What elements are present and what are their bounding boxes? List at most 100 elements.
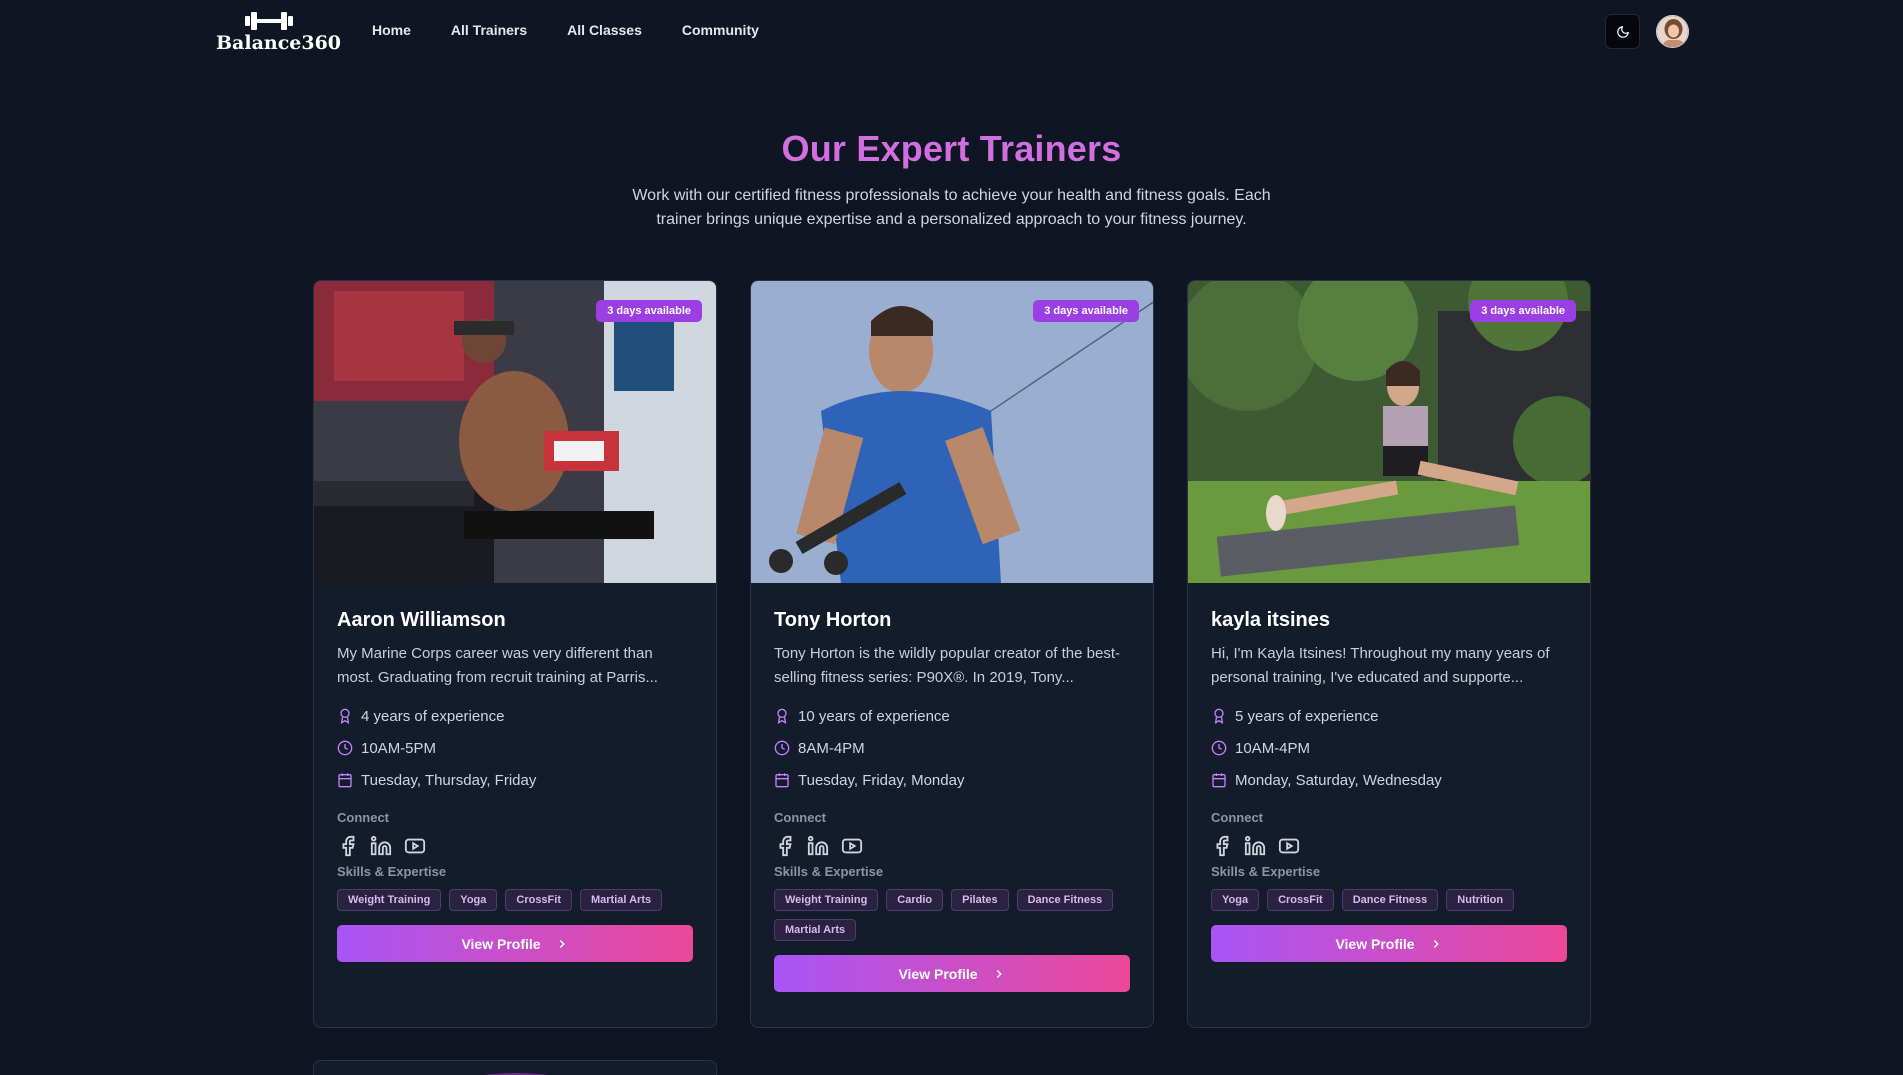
skill-tag[interactable]: Weight Training — [337, 889, 442, 911]
brand-name: Balance360 — [216, 32, 342, 54]
skill-tag[interactable]: Weight Training — [774, 889, 879, 911]
trainer-name: Aaron Williamson — [337, 609, 506, 631]
youtube-icon[interactable] — [1277, 835, 1301, 857]
skill-tag[interactable]: Dance Fitness — [1016, 889, 1114, 911]
clock-icon — [1211, 740, 1227, 756]
calendar-icon — [1212, 773, 1226, 788]
skill-tag[interactable]: CrossFit — [1267, 889, 1334, 911]
nav-all-trainers[interactable]: All Trainers — [451, 22, 527, 38]
trainer-photo-image — [751, 281, 1153, 583]
trainer-card-body: Tony Horton Tony Horton is the wildly po… — [774, 609, 1130, 992]
facebook-icon[interactable] — [774, 835, 796, 857]
days-row: Tuesday, Thursday, Friday — [337, 770, 693, 790]
chevron-right-icon — [559, 939, 565, 948]
view-profile-label: View Profile — [461, 935, 541, 952]
days-row: Monday, Saturday, Wednesday — [1211, 770, 1567, 790]
skill-tag[interactable]: Martial Arts — [774, 919, 857, 941]
skills-label: Skills & Expertise — [1211, 864, 1321, 879]
calendar-icon — [775, 773, 789, 788]
facebook-icon[interactable] — [1211, 835, 1233, 857]
youtube-icon[interactable] — [403, 835, 427, 857]
experience-text: 5 years of experience — [1235, 707, 1379, 725]
view-profile-button[interactable]: View Profile — [1211, 925, 1567, 962]
trainer-card: 3 days available Aaron Williamson My Mar… — [313, 280, 717, 1028]
skill-tag[interactable]: CrossFit — [505, 889, 572, 911]
hours-row: 10AM-4PM — [1211, 738, 1567, 758]
view-profile-label: View Profile — [1335, 935, 1415, 952]
skill-tag[interactable]: Cardio — [886, 889, 944, 911]
skills-list: Weight Training Cardio Pilates Dance Fit… — [774, 889, 1130, 941]
trainer-card: 3 days available Tony Horton Tony Horton… — [750, 280, 1154, 1028]
skills-label: Skills & Expertise — [337, 864, 447, 879]
facebook-icon[interactable] — [337, 835, 359, 857]
trainer-name: Tony Horton — [774, 609, 892, 631]
hours-row: 8AM-4PM — [774, 738, 1130, 758]
skills-list: Weight Training Yoga CrossFit Martial Ar… — [337, 889, 693, 911]
days-text: Tuesday, Friday, Monday — [798, 771, 965, 789]
theme-toggle-button[interactable] — [1605, 14, 1640, 49]
nav-home[interactable]: Home — [372, 22, 411, 38]
connect-label: Connect — [337, 810, 389, 825]
skill-tag[interactable]: Martial Arts — [580, 889, 663, 911]
hours-text: 10AM-5PM — [361, 739, 437, 757]
skills-label: Skills & Expertise — [774, 864, 884, 879]
trainer-card-partial — [313, 1060, 717, 1075]
availability-badge: 3 days available — [1470, 300, 1576, 322]
availability-badge: 3 days available — [596, 300, 702, 322]
moon-icon — [1616, 25, 1629, 38]
trainer-name: kayla itsines — [1211, 609, 1330, 631]
user-avatar[interactable] — [1656, 15, 1689, 48]
nav-all-classes[interactable]: All Classes — [567, 22, 642, 38]
trainer-bio: My Marine Corps career was very differen… — [337, 645, 658, 686]
trainer-card: 3 days available kayla itsines Hi, I'm K… — [1187, 280, 1591, 1028]
linkedin-icon[interactable] — [369, 835, 393, 857]
youtube-icon[interactable] — [840, 835, 864, 857]
nav-links: Home All Trainers All Classes Community — [372, 22, 759, 38]
view-profile-button[interactable]: View Profile — [337, 925, 693, 962]
trainer-bio: Hi, I'm Kayla Itsines! Throughout my man… — [1211, 645, 1550, 686]
connect-label: Connect — [774, 810, 826, 825]
connect-label: Connect — [1211, 810, 1263, 825]
availability-badge: 3 days available — [1033, 300, 1139, 322]
award-icon — [1214, 708, 1224, 724]
experience-row: 10 years of experience — [774, 706, 1130, 726]
experience-text: 4 years of experience — [361, 707, 505, 725]
top-navbar: Balance360 Home All Trainers All Classes… — [0, 0, 1903, 64]
days-text: Monday, Saturday, Wednesday — [1235, 771, 1442, 789]
trainer-photo-image — [1188, 281, 1590, 583]
skill-tag[interactable]: Yoga — [449, 889, 498, 911]
clock-icon — [337, 740, 353, 756]
chevron-right-icon — [996, 969, 1002, 978]
avatar-image — [1657, 16, 1688, 47]
chevron-right-icon — [1433, 939, 1439, 948]
hours-text: 8AM-4PM — [798, 739, 865, 757]
linkedin-icon[interactable] — [1243, 835, 1267, 857]
skill-tag[interactable]: Dance Fitness — [1341, 889, 1439, 911]
page-title: Our Expert Trainers — [781, 128, 1122, 169]
linkedin-icon[interactable] — [806, 835, 830, 857]
skill-tag[interactable]: Nutrition — [1446, 889, 1515, 911]
view-profile-button[interactable]: View Profile — [774, 955, 1130, 992]
nav-community[interactable]: Community — [682, 22, 759, 38]
trainer-photo: 3 days available — [1188, 281, 1590, 583]
clock-icon — [774, 740, 790, 756]
award-icon — [777, 708, 787, 724]
skills-list: Yoga CrossFit Dance Fitness Nutrition — [1211, 889, 1567, 911]
experience-text: 10 years of experience — [798, 707, 950, 725]
trainer-bio: Tony Horton is the wildly popular creato… — [774, 645, 1121, 686]
trainer-photo-partial — [314, 1061, 716, 1075]
skill-tag[interactable]: Yoga — [1211, 889, 1260, 911]
social-links — [1211, 834, 1567, 858]
trainer-card-body: kayla itsines Hi, I'm Kayla Itsines! Thr… — [1211, 609, 1567, 962]
experience-row: 4 years of experience — [337, 706, 693, 726]
skill-tag[interactable]: Pilates — [951, 889, 1009, 911]
trainer-photo: 3 days available — [751, 281, 1153, 583]
page-subtitle: Work with our certified fitness professi… — [632, 187, 1271, 228]
days-text: Tuesday, Thursday, Friday — [361, 771, 537, 789]
social-links — [774, 834, 1130, 858]
hours-row: 10AM-5PM — [337, 738, 693, 758]
brand-logo[interactable]: Balance360 — [216, 10, 342, 54]
hours-text: 10AM-4PM — [1235, 739, 1311, 757]
calendar-icon — [338, 773, 352, 788]
trainer-photo-image — [314, 281, 716, 583]
